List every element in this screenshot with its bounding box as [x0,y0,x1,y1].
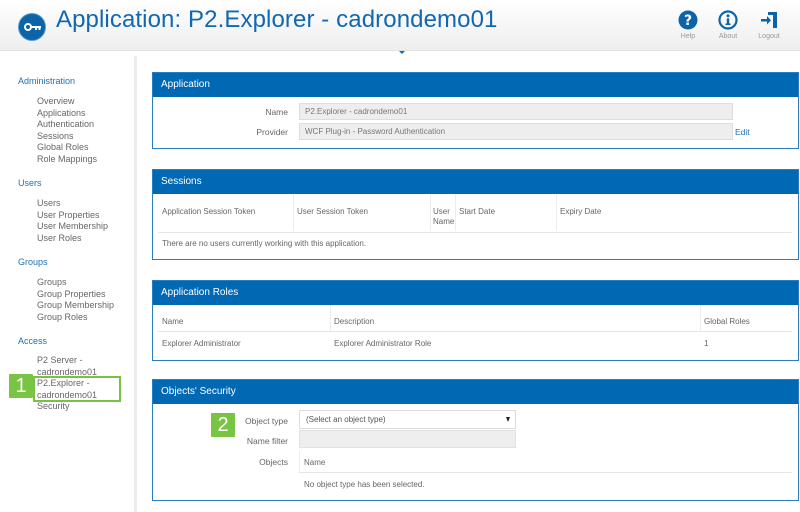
about-label: About [708,33,748,40]
col-header-global-roles[interactable]: Global Roles [704,317,750,327]
nav-item-role-mappings[interactable]: Role Mappings [37,154,97,166]
sidebar-divider [134,56,137,512]
logout-label: Logout [749,33,789,40]
dropdown-caret-icon [506,417,510,422]
objects-empty-message: No object type has been selected. [304,480,425,489]
logout-icon [759,10,779,30]
nav-item-p2-server-line2: cadrondemo01 [37,367,97,377]
info-circle-icon [718,10,738,30]
edit-provider-link[interactable]: Edit [735,127,750,137]
col-header-expiry-date[interactable]: Expiry Date [560,207,601,217]
col-header-user-name[interactable]: User Name [433,207,453,227]
column-divider [455,194,456,231]
nav-heading-access: Access [18,336,47,346]
nav-item-security[interactable]: Security [37,401,70,413]
column-divider [293,194,294,231]
name-field[interactable]: P2.Explorer - cadrondemo01 [299,103,733,120]
column-divider [330,305,331,331]
key-icon [18,13,46,41]
nav-item-group-properties[interactable]: Group Properties [37,289,106,301]
nav-item-p2-server[interactable]: P2 Server - cadrondemo01 [37,355,97,378]
nav-item-users[interactable]: Users [37,198,61,210]
provider-field[interactable]: WCF Plug-in - Password Authentication [299,123,733,140]
nav-heading-groups: Groups [18,257,48,267]
nav-item-p2-server-line1: P2 Server - [37,355,83,365]
role-row-description: Explorer Administrator Role [334,339,431,348]
col-header-user-session-token[interactable]: User Session Token [297,207,368,217]
col-header-role-name[interactable]: Name [162,317,183,327]
help-label: Help [668,33,708,40]
nav-heading-users: Users [18,178,42,188]
nav-item-group-roles[interactable]: Group Roles [37,312,88,324]
nav-item-applications[interactable]: Applications [37,108,86,120]
object-type-selected-value: (Select an object type) [306,415,386,424]
about-button[interactable]: About [708,10,748,40]
application-panel-title: Application [153,73,798,97]
provider-label: Provider [208,127,288,137]
help-circle-icon: ? [678,10,698,30]
object-type-label: Object type [208,416,288,426]
name-label: Name [208,107,288,117]
page-title: Application: P2.Explorer - cadrondemo01 [56,6,497,34]
name-filter-label: Name filter [208,436,288,446]
table-header-divider [158,331,792,332]
nav-item-global-roles[interactable]: Global Roles [37,142,89,154]
help-button[interactable]: ? Help [668,10,708,40]
sessions-panel-title: Sessions [153,170,798,194]
callout-badge-1: 1 [9,374,33,398]
object-type-select[interactable]: (Select an object type) [299,410,516,429]
highlight-box [33,376,121,402]
nav-item-sessions[interactable]: Sessions [37,131,74,143]
col-header-app-session-token[interactable]: Application Session Token [162,207,255,217]
objects-security-panel-title: Objects' Security [153,380,798,404]
table-header-divider [158,232,792,233]
nav-item-user-properties[interactable]: User Properties [37,210,100,222]
nav-item-overview[interactable]: Overview [37,96,75,108]
role-row-global-roles: 1 [704,339,708,348]
nav-item-authentication[interactable]: Authentication [37,119,94,131]
nav-item-groups[interactable]: Groups [37,277,67,289]
column-divider [556,194,557,231]
column-divider [299,451,300,472]
column-divider [700,305,701,331]
application-roles-panel-title: Application Roles [153,281,798,305]
collapse-header-toggle[interactable] [392,51,412,56]
col-header-description[interactable]: Description [334,317,374,327]
col-header-start-date[interactable]: Start Date [459,207,495,217]
caret-down-icon [399,51,405,54]
sessions-empty-message: There are no users currently working wit… [162,239,366,248]
application-roles-panel: Application Roles [152,280,799,361]
svg-text:?: ? [684,13,692,29]
role-row-name[interactable]: Explorer Administrator [162,339,241,348]
nav-item-user-membership[interactable]: User Membership [37,221,108,233]
nav-item-group-membership[interactable]: Group Membership [37,300,114,312]
column-divider [430,194,431,231]
nav-item-user-roles[interactable]: User Roles [37,233,82,245]
table-header-divider [299,472,792,473]
objects-label: Objects [208,457,288,467]
app-header: Application: P2.Explorer - cadrondemo01 … [0,0,800,51]
name-filter-input[interactable] [299,430,516,448]
nav-heading-administration: Administration [18,76,75,86]
logout-button[interactable]: Logout [749,10,789,40]
col-header-object-name[interactable]: Name [304,458,325,468]
